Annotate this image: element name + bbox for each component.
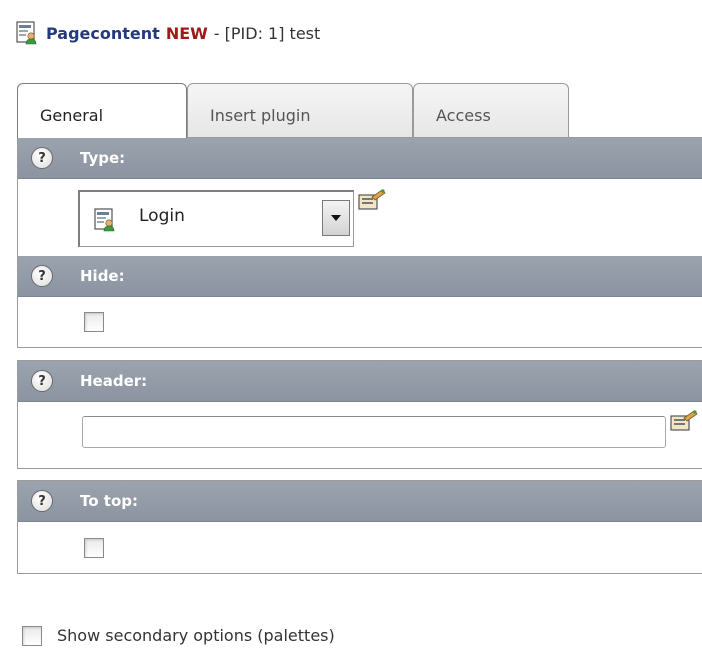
help-glyph: ? — [38, 493, 46, 509]
to-top-label: To top: — [80, 492, 138, 510]
content-element-icon — [94, 208, 115, 232]
tab-access-label: Access — [436, 106, 491, 125]
help-icon[interactable]: ? — [31, 370, 53, 392]
type-select[interactable]: Login — [78, 190, 354, 247]
header-label: Header: — [80, 372, 148, 390]
edit-wizard-icon[interactable] — [358, 188, 386, 212]
general-fields-group: ? Type: Login ? Hide: — [17, 137, 702, 348]
header-field-header: ? Header: — [18, 361, 702, 402]
chevron-down-icon — [331, 215, 341, 221]
help-icon[interactable]: ? — [31, 265, 53, 287]
hide-label: Hide: — [80, 267, 125, 285]
help-glyph: ? — [38, 373, 46, 389]
hide-checkbox[interactable] — [84, 312, 104, 332]
title-pid: - [PID: 1] test — [213, 23, 321, 43]
help-glyph: ? — [38, 268, 46, 284]
page-title: Pagecontent NEW - [PID: 1] test — [16, 20, 320, 46]
tab-bar: General Insert plugin Access — [17, 83, 702, 138]
edit-wizard-icon[interactable] — [670, 409, 698, 433]
tab-general[interactable]: General — [17, 83, 187, 138]
hide-field-header: ? Hide: — [18, 256, 702, 297]
to-top-field-group: ? To top: — [17, 480, 702, 574]
header-input[interactable] — [82, 416, 666, 448]
secondary-options-checkbox[interactable] — [22, 626, 42, 646]
secondary-options-label[interactable]: Show secondary options (palettes) — [57, 626, 335, 645]
header-field-group: ? Header: — [17, 360, 702, 469]
to-top-field-header: ? To top: — [18, 481, 702, 522]
help-icon[interactable]: ? — [31, 147, 53, 169]
type-field-header: ? Type: — [18, 138, 702, 179]
type-select-dropdown-button[interactable] — [322, 200, 350, 236]
title-new-badge: NEW — [165, 23, 208, 43]
help-glyph: ? — [38, 150, 46, 166]
content-element-icon — [16, 21, 37, 45]
help-icon[interactable]: ? — [31, 490, 53, 512]
type-select-value: Login — [139, 206, 185, 226]
tab-insert-plugin[interactable]: Insert plugin — [187, 83, 413, 138]
type-label: Type: — [80, 149, 126, 167]
to-top-checkbox[interactable] — [84, 538, 104, 558]
tab-insert-plugin-label: Insert plugin — [210, 106, 311, 125]
tab-general-label: General — [40, 106, 104, 125]
title-main: Pagecontent — [46, 23, 160, 43]
tab-access[interactable]: Access — [413, 83, 569, 138]
